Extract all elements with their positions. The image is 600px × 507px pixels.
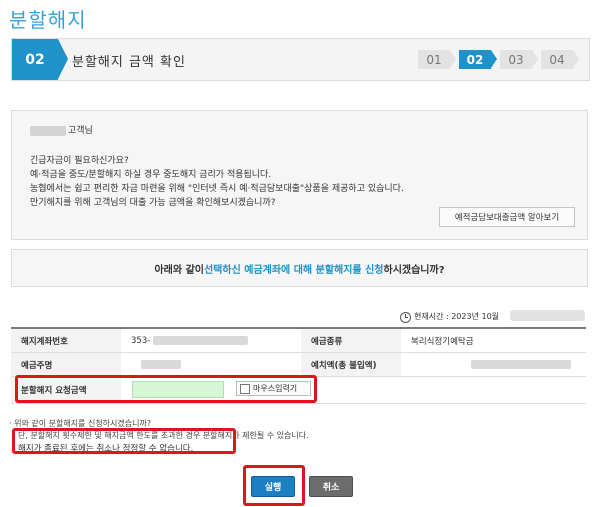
current-step-title: 분할해지 금액 확인 [72,55,186,70]
account-label: 해지계좌번호 [11,329,121,352]
account-redacted [153,336,249,345]
highlight-notice-box [12,428,236,454]
cancel-button[interactable]: 취소 [309,476,353,497]
info-line-2: 예·적금을 중도/분할해지 하실 경우 중도해지 금리가 적용됩니다. [30,170,272,180]
owner-redacted [141,360,181,369]
balance-value [411,353,586,376]
account-value: 353- [131,329,301,352]
highlight-execute-box [243,465,305,506]
step-04: 04 [541,50,579,69]
highlight-amount-box [15,375,317,403]
page-title: 분할해지 [9,8,87,32]
loan-info-box: 고객님 긴급자금이 필요하신가요? 예·적금을 중도/분할해지 하실 경우 중도… [11,110,588,240]
type-label: 예금종류 [301,329,401,352]
info-line-3: 농협에서는 쉽고 편리한 자금 마련을 위해 "인터넷 즉시 예·적금담보대출"… [30,184,404,194]
balance-label: 예치액(총 불입액) [301,353,401,376]
info-line-1: 긴급자금이 필요하신가요? [30,156,129,166]
step-indicator: 02 분할해지 금액 확인 01 02 03 04 [11,38,590,81]
termination-table: 해지계좌번호 353- 예금종류 복리식정기예탁금 예금주명 예치액(총 불입액… [11,327,586,404]
confirm-question: 아래와 같이 선택하신 예금계좌에 대해 분할해지를 신청 하시겠습니까? [11,249,588,287]
current-time: 현재시간 : 2023년 10월 [414,312,500,321]
table-row: 예금주명 예치액(총 불입액) [11,353,586,377]
customer-greeting: 고객님 [30,123,93,136]
clock-icon [400,312,411,323]
current-step-badge: 02 [12,39,68,80]
loan-check-button[interactable]: 예적금담보대출금액 알아보기 [439,207,575,227]
type-value: 복리식정기예탁금 [411,336,474,347]
step-02: 02 [459,50,497,69]
balance-redacted [471,360,571,369]
info-line-4: 만기해지를 위해 고객님의 대출 가능 금액을 확인해보시겠습니까? [30,198,276,208]
customer-name-redacted [30,125,66,136]
step-chevrons: 01 02 03 04 [418,50,579,69]
table-row: 해지계좌번호 353- 예금종류 복리식정기예탁금 [11,329,586,353]
time-redacted [510,310,585,321]
product-label: 예금주명 [11,353,121,376]
product-value [131,353,301,376]
step-03: 03 [500,50,538,69]
step-01: 01 [418,50,456,69]
